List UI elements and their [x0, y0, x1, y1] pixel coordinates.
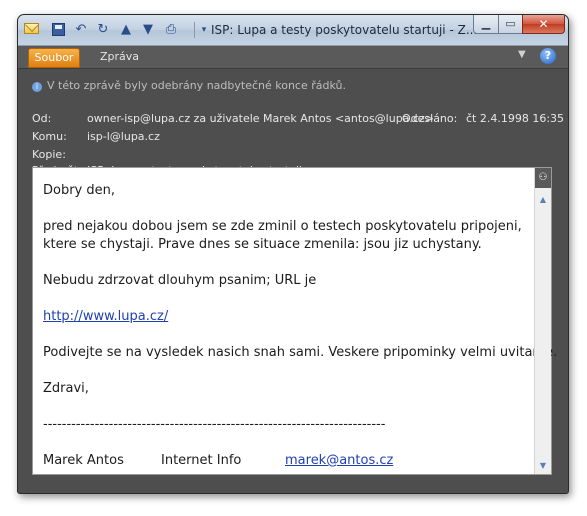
message-window: ↶ ↻ ▲ ▼ ⎙ ▾ ISP: Lupa a testy poskytovat… [17, 14, 569, 494]
minimize-button[interactable]: ▁ [473, 15, 499, 34]
help-icon[interactable]: ? [540, 48, 556, 64]
ribbon-tabs: Soubor Zpráva ▼ ? [18, 46, 568, 69]
sent-value: čt 2.4.1998 16:35 [466, 112, 565, 125]
from-value[interactable]: owner-isp@lupa.cz za uživatele Marek Ant… [87, 112, 434, 125]
closing: Zdravi, [43, 381, 89, 396]
info-notice: V této zprávě byly odebrány nadbytečné k… [47, 79, 346, 92]
scroll-up-icon[interactable]: ▲ [537, 194, 549, 206]
sent-label: Odesláno: [402, 112, 458, 125]
tab-file[interactable]: Soubor [28, 48, 80, 68]
signature-company: Internet Info [161, 453, 242, 468]
previous-item-icon[interactable]: ▲ [118, 22, 134, 38]
close-icon: ✕ [538, 17, 549, 31]
paragraph-1-line-2: ktere se chystaji. Prave dnes se situace… [43, 237, 482, 252]
ribbon-expand-icon[interactable]: ▼ [518, 49, 526, 60]
message-body[interactable]: Dobry den, pred nejakou dobou jsem se zd… [32, 167, 558, 475]
link-paragraph: http://www.lupa.cz/ [43, 308, 533, 326]
signature-email-link[interactable]: marek@antos.cz [285, 452, 393, 470]
tab-message[interactable]: Zpráva [100, 50, 139, 63]
maximize-icon: ▭ [505, 17, 516, 30]
maximize-button[interactable]: ▭ [498, 15, 523, 34]
close-button[interactable]: ✕ [522, 15, 565, 34]
print-icon[interactable]: ⎙ [163, 22, 179, 38]
redo-icon[interactable]: ↻ [95, 22, 111, 38]
paragraph-2: Nebudu zdrzovat dlouhym psanim; URL je [43, 273, 317, 288]
minimize-icon: ▁ [481, 17, 491, 30]
vertical-scrollbar[interactable]: ⚇ ▲ ▼ [534, 168, 551, 474]
title-bar[interactable]: ↶ ↻ ▲ ▼ ⎙ ▾ ISP: Lupa a testy poskytovat… [18, 15, 568, 46]
message-text: Dobry den, pred nejakou dobou jsem se zd… [43, 182, 558, 470]
customize-qat-icon[interactable]: ▾ [196, 22, 212, 38]
window-title: ISP: Lupa a testy poskytovatelu startuji… [211, 23, 478, 37]
undo-icon[interactable]: ↶ [73, 22, 89, 38]
message-app-icon[interactable] [24, 23, 39, 34]
to-label: Komu: [32, 130, 67, 143]
signature: Marek Antos Internet Info marek@antos.cz [43, 452, 533, 470]
paragraph-1: pred nejakou dobou jsem se zde zminil o … [43, 218, 533, 254]
to-value[interactable]: isp-l@lupa.cz [87, 130, 160, 143]
from-label: Od: [32, 112, 52, 125]
next-item-icon[interactable]: ▼ [140, 22, 156, 38]
greeting: Dobry den, [43, 183, 116, 198]
paragraph-1-line-1: pred nejakou dobou jsem se zde zminil o … [43, 219, 522, 234]
info-icon: i [32, 82, 42, 92]
url-link[interactable]: http://www.lupa.cz/ [43, 309, 168, 324]
people-pane-icon[interactable]: ⚇ [535, 168, 551, 188]
cc-label: Kopie: [32, 148, 66, 161]
qat-divider [194, 22, 195, 38]
save-icon[interactable] [52, 23, 65, 36]
message-header: i V této zprávě byly odebrány nadbytečné … [18, 69, 568, 177]
signature-name: Marek Antos [43, 453, 124, 468]
signature-separator: ----------------------------------------… [43, 417, 386, 432]
paragraph-3: Podivejte se na vysledek nasich snah sam… [43, 345, 558, 360]
scroll-down-icon[interactable]: ▼ [537, 460, 549, 472]
info-bar[interactable]: i V této zprávě byly odebrány nadbytečné … [32, 79, 346, 92]
